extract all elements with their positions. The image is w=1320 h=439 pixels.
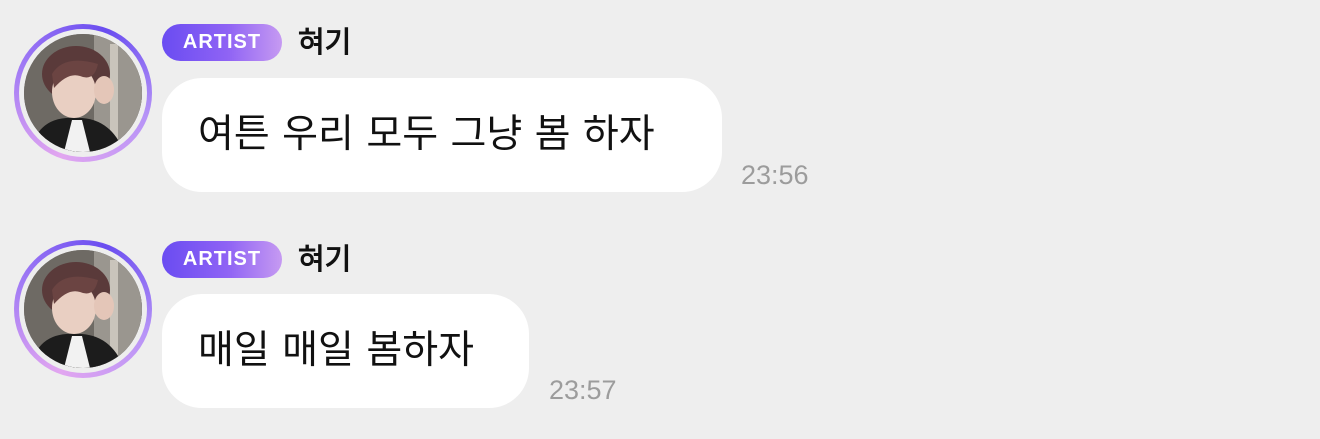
artist-badge: ARTIST: [162, 241, 282, 278]
sender-name[interactable]: 혀기: [298, 241, 351, 278]
message-timestamp: 23:57: [549, 375, 617, 405]
chat-message: ARTIST 혀기 매일 매일 봄하자 23:57: [0, 0, 1320, 439]
message-bubble[interactable]: 매일 매일 봄하자: [162, 294, 529, 408]
avatar[interactable]: [14, 240, 152, 378]
chat-thread: ARTIST 혀기 여튼 우리 모두 그냥 봄 하자 23:56 ARTIST …: [0, 0, 1320, 439]
profile-photo-icon: [24, 250, 142, 368]
